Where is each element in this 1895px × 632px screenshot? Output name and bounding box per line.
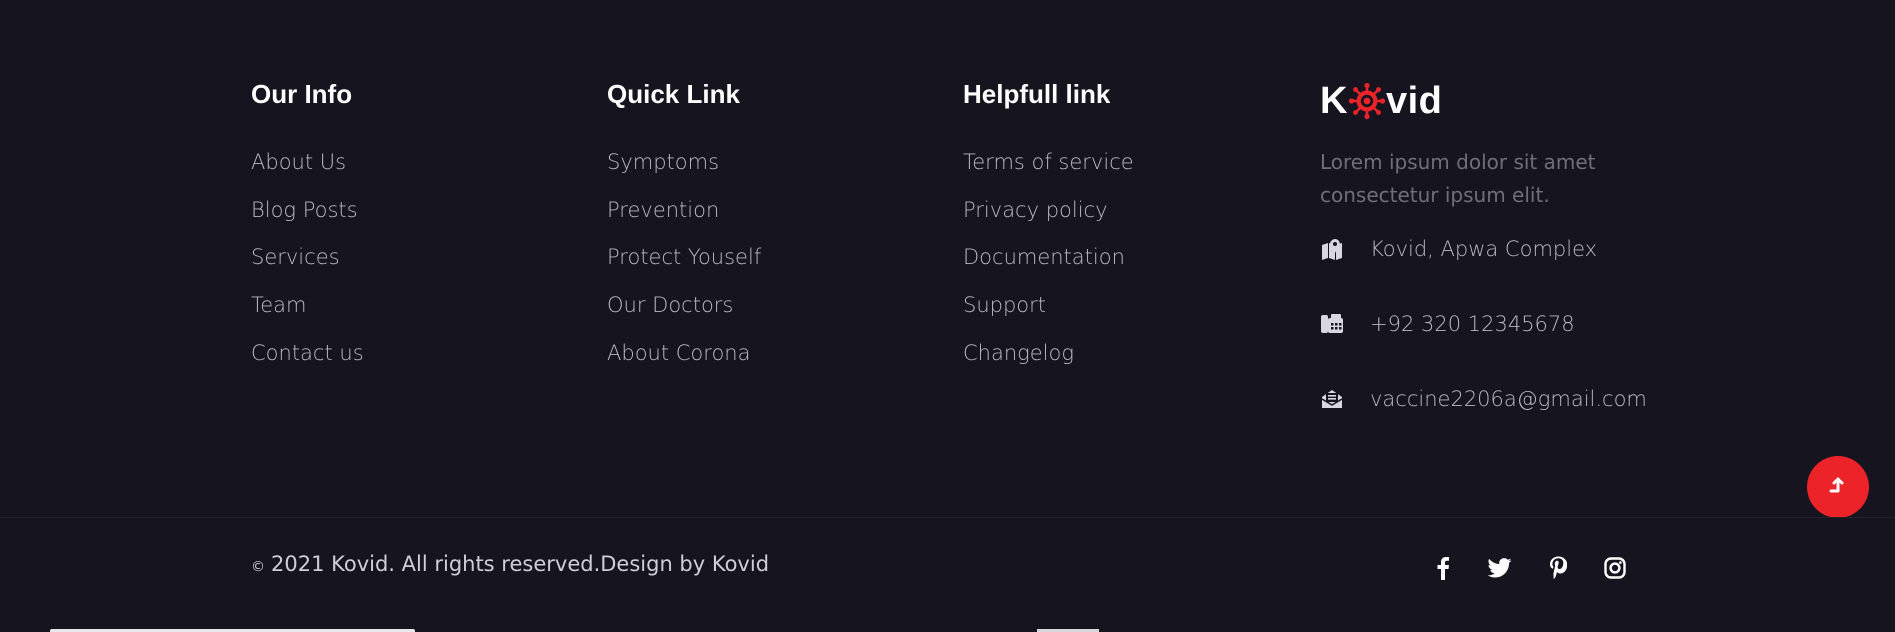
footer-link-our-doctors[interactable]: Our Doctors [607, 293, 733, 317]
footer-column-our-info: Our Info About Us Blog Posts Services Te… [251, 78, 364, 365]
virus-icon [1348, 82, 1386, 120]
contact-address: Kovid, Apwa Complex [1320, 237, 1597, 261]
footer-column-quick-link: Quick Link Symptoms Prevention Protect Y… [607, 78, 761, 365]
footer-link-prevention[interactable]: Prevention [607, 198, 719, 222]
footer-link-about-us[interactable]: About Us [251, 150, 346, 174]
twitter-icon[interactable] [1487, 555, 1513, 581]
footer-link-team[interactable]: Team [251, 293, 307, 317]
phone-icon [1320, 312, 1344, 336]
footer-column-helpful-link: Helpfull link Terms of service Privacy p… [963, 78, 1134, 365]
contact-email-text: vaccine2206a@gmail.com [1370, 387, 1647, 411]
footer-link-documentation[interactable]: Documentation [963, 245, 1125, 269]
footer-link-protect-yourself[interactable]: Protect Youself [607, 245, 761, 269]
footer-link-symptoms[interactable]: Symptoms [607, 150, 719, 174]
contact-email: vaccine2206a@gmail.com [1320, 387, 1647, 411]
map-icon [1320, 237, 1344, 261]
copyright: © 2021 Kovid. All rights reserved.Design … [251, 552, 769, 576]
logo-text-suffix: vid [1385, 79, 1443, 122]
contact-address-text: Kovid, Apwa Complex [1370, 237, 1598, 261]
column-heading: Quick Link [607, 79, 740, 109]
logo-text-prefix: K [1320, 79, 1348, 122]
footer-link-contact-us[interactable]: Contact us [251, 341, 364, 365]
brand-logo[interactable]: K vid [1320, 80, 1442, 122]
arrow-up-icon [1827, 473, 1849, 502]
copyright-symbol: © [251, 559, 265, 575]
footer-divider [0, 517, 1895, 518]
footer-link-services[interactable]: Services [251, 245, 340, 269]
contact-phone-text: +92 320 12345678 [1370, 312, 1575, 336]
footer-link-support[interactable]: Support [963, 293, 1046, 317]
link-list: Terms of service Privacy policy Document… [963, 150, 1134, 388]
site-footer: Our Info About Us Blog Posts Services Te… [0, 0, 1895, 632]
column-heading: Helpfull link [963, 79, 1111, 109]
back-to-top-button[interactable] [1807, 456, 1869, 518]
instagram-icon[interactable] [1602, 555, 1628, 581]
social-links [1430, 555, 1640, 581]
column-heading: Our Info [251, 79, 353, 109]
footer-link-privacy-policy[interactable]: Privacy policy [963, 198, 1108, 222]
brand-description: Lorem ipsum dolor sit amet consectetur i… [1320, 150, 1596, 207]
copyright-text: 2021 Kovid. All rights reserved.Design b… [271, 552, 770, 576]
footer-link-changelog[interactable]: Changelog [963, 341, 1074, 365]
footer-link-terms-of-service[interactable]: Terms of service [963, 150, 1134, 174]
envelope-icon [1320, 387, 1344, 411]
footer-link-blog-posts[interactable]: Blog Posts [251, 198, 358, 222]
link-list: Symptoms Prevention Protect Youself Our … [607, 150, 761, 388]
facebook-icon[interactable] [1430, 555, 1456, 581]
footer-link-about-corona[interactable]: About Corona [607, 341, 750, 365]
link-list: About Us Blog Posts Services Team Contac… [251, 150, 364, 388]
contact-phone: +92 320 12345678 [1320, 312, 1575, 336]
pinterest-icon[interactable] [1545, 555, 1571, 581]
